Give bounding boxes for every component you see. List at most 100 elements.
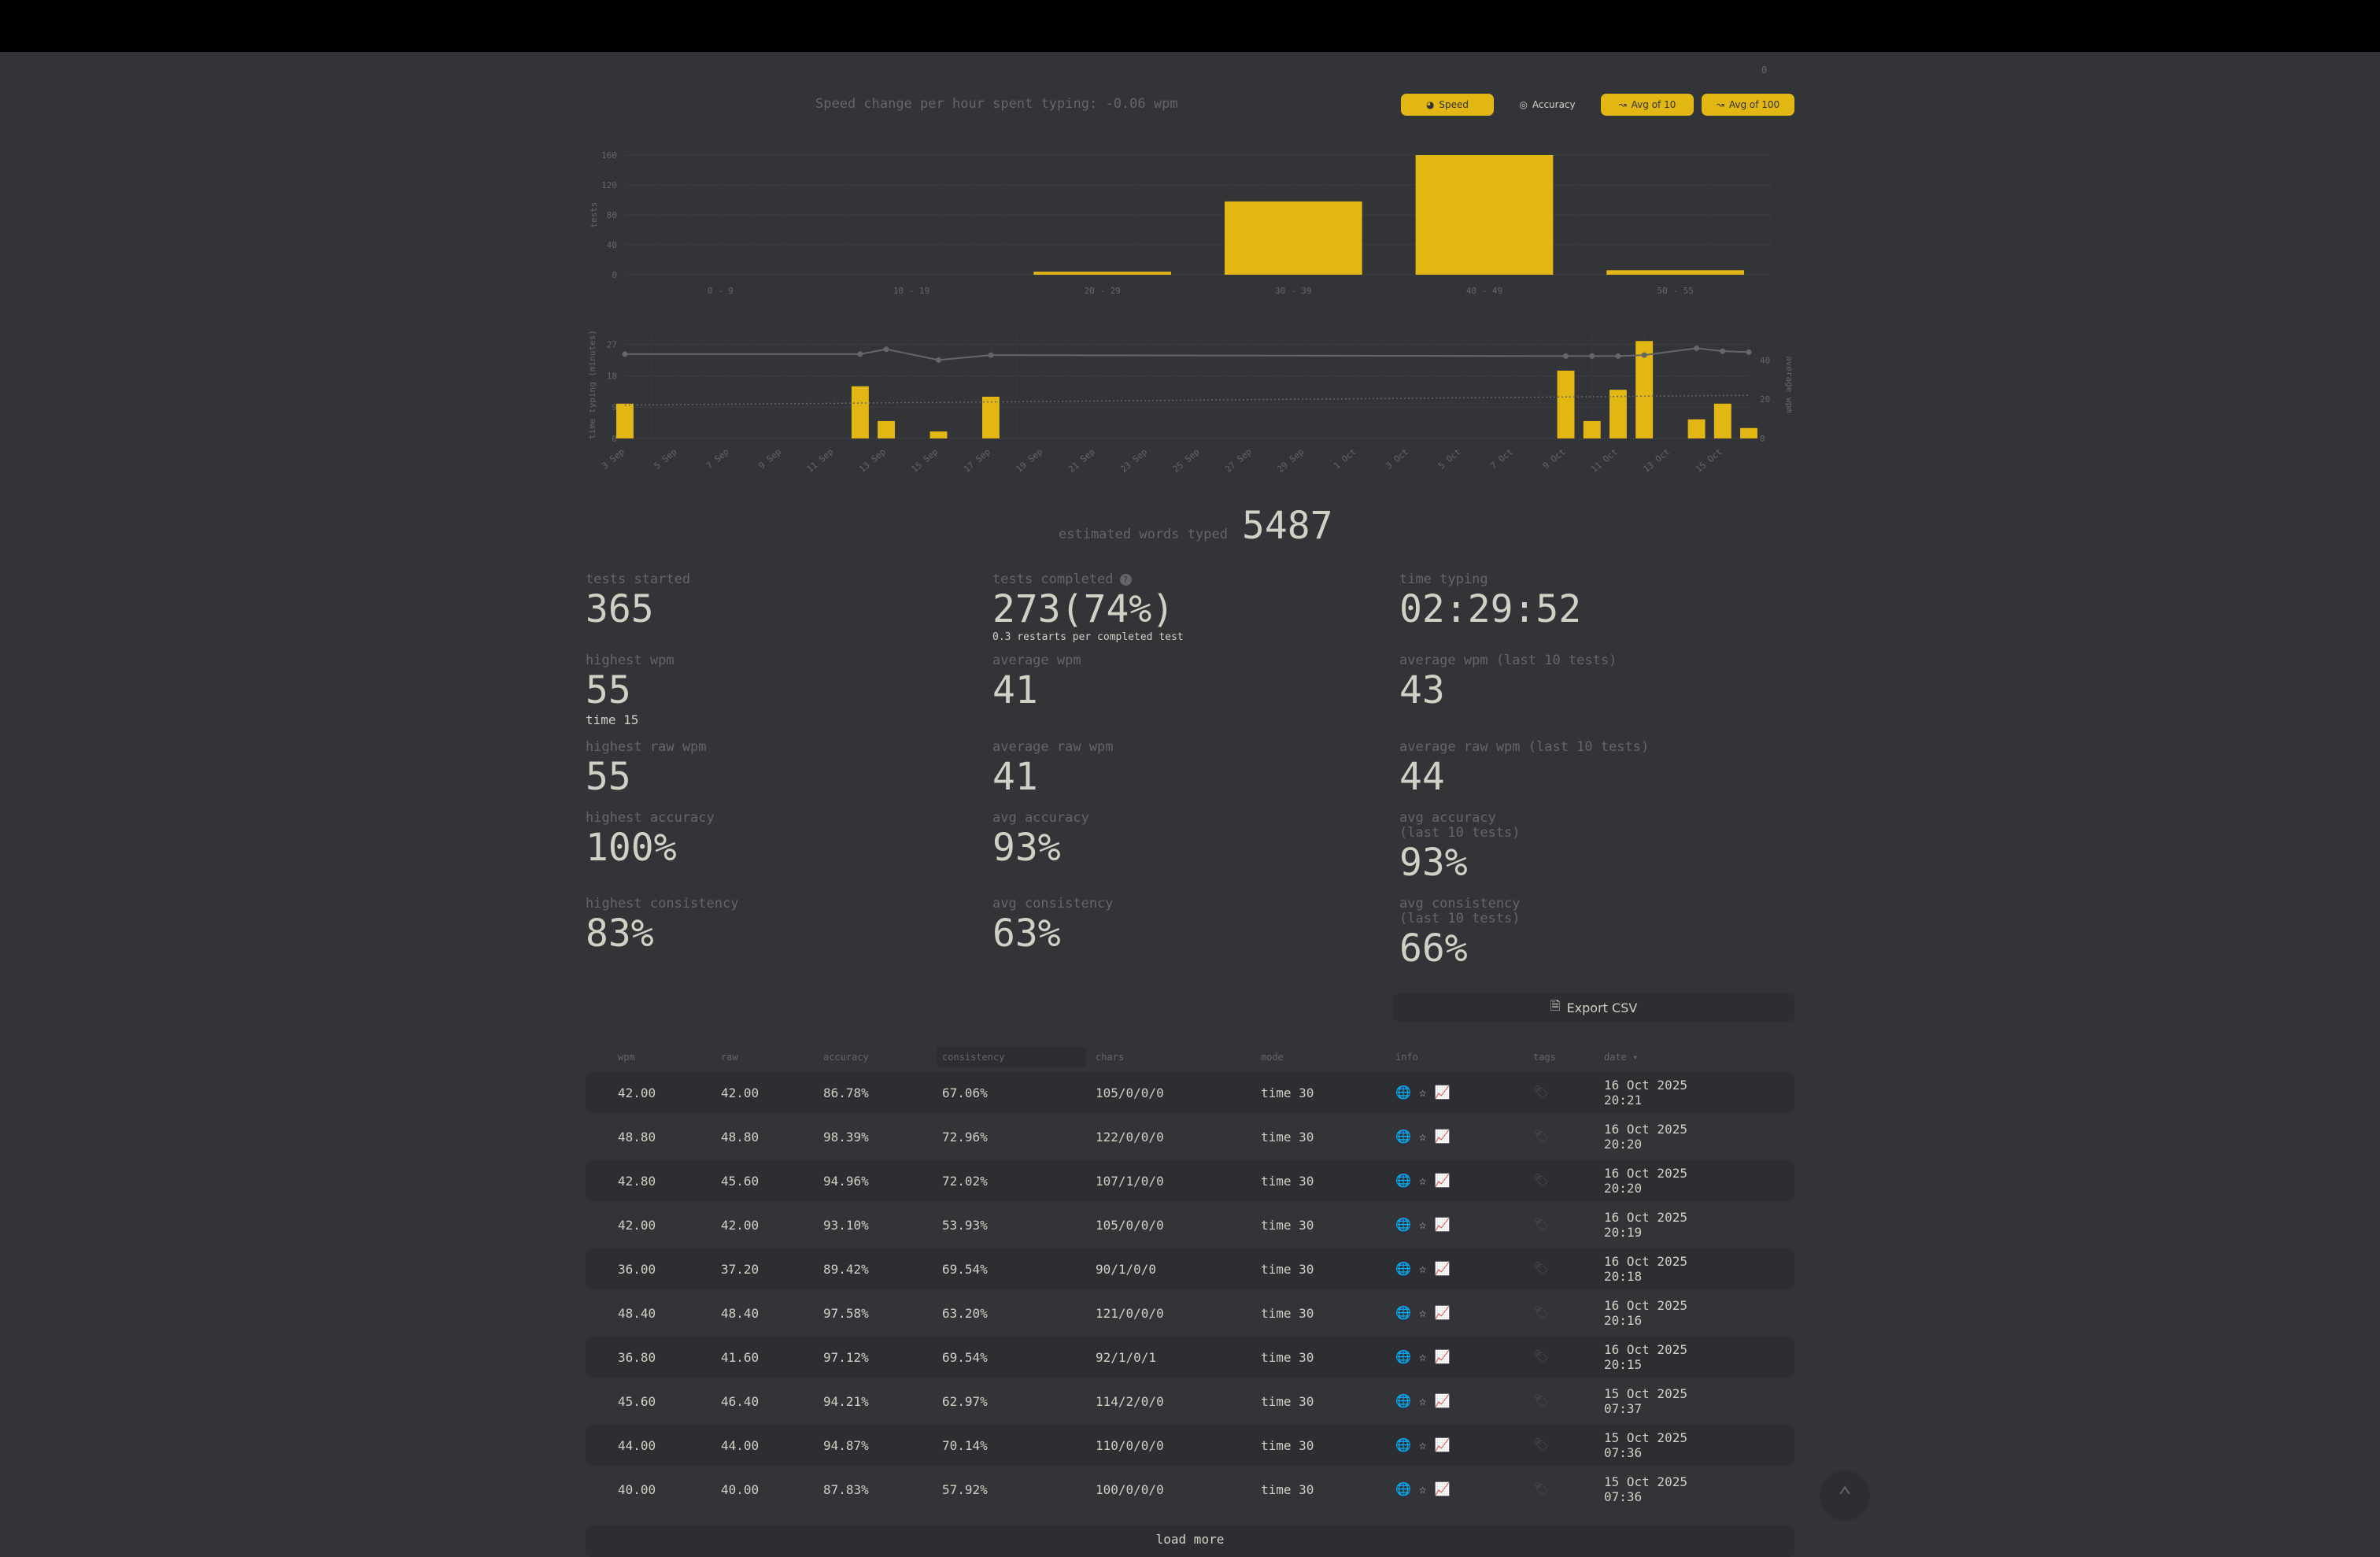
chart-icon[interactable]: 📈 — [1435, 1437, 1451, 1452]
star-icon[interactable]: ☆ — [1419, 1305, 1427, 1320]
chart-icon[interactable]: 📈 — [1435, 1305, 1451, 1320]
table-row: 40.00 40.00 87.83% 57.92% 100/0/0/0 time 30 🌐 ☆… — [586, 1469, 1794, 1510]
th-consistency[interactable]: consistency — [942, 1052, 1004, 1063]
th-date[interactable]: date ▾ — [1604, 1052, 1638, 1063]
question-icon[interactable]: ? — [1119, 574, 1132, 586]
chart-icon[interactable]: 📈 — [1435, 1217, 1451, 1232]
x-tick-label: 13 Oct — [1641, 446, 1672, 475]
stat-sub: time 15 — [586, 712, 639, 727]
th-chars[interactable]: chars — [1096, 1052, 1124, 1063]
globe-icon[interactable]: 🌐 — [1395, 1129, 1411, 1144]
file-icon: 🗎 — [1550, 997, 1561, 1013]
star-icon[interactable]: ☆ — [1419, 1085, 1427, 1100]
avg-of-10-button[interactable]: ↝ Avg of 10 — [1601, 94, 1694, 116]
accuracy-button[interactable]: ◎ Accuracy — [1503, 94, 1591, 116]
cell-info: 🌐 ☆ 📈 — [1395, 1261, 1450, 1276]
y-tick-label: 160 — [601, 150, 617, 161]
cell-raw: 42.00 — [721, 1218, 759, 1233]
stat-value: 41 — [992, 668, 1038, 712]
cell-date: 16 Oct 2025 20:16 — [1604, 1298, 1687, 1328]
globe-icon[interactable]: 🌐 — [1395, 1217, 1411, 1232]
speed-change-text: Speed change per hour spent typing: -0.0… — [815, 96, 1178, 112]
star-icon[interactable]: ☆ — [1419, 1217, 1427, 1232]
scroll-to-top-button[interactable]: ⌃ — [1820, 1470, 1870, 1521]
th-accuracy[interactable]: accuracy — [823, 1052, 869, 1063]
cell-mode: time 30 — [1261, 1085, 1314, 1100]
globe-icon[interactable]: 🌐 — [1395, 1437, 1411, 1452]
date-day: 15 Oct 2025 — [1604, 1430, 1687, 1445]
cell-date: 16 Oct 2025 20:20 — [1604, 1122, 1687, 1152]
x-tick-label: 10 - 19 — [893, 286, 929, 296]
th-raw[interactable]: raw — [721, 1052, 738, 1063]
globe-icon[interactable]: 🌐 — [1395, 1393, 1411, 1408]
th-info: info — [1395, 1052, 1418, 1063]
stat-tests-completed: tests completed? 273(74%) 0.3 restarts p… — [992, 572, 1184, 644]
x-tick-label: 5 Oct — [1436, 446, 1463, 471]
table-row: 42.00 42.00 86.78% 67.06% 105/0/0/0 time 30 🌐 ☆… — [586, 1072, 1794, 1113]
th-mode[interactable]: mode — [1261, 1052, 1284, 1063]
load-more-button[interactable]: load more — [586, 1526, 1794, 1557]
double-chevron-up-icon: ⌃ — [1837, 1481, 1853, 1510]
globe-icon[interactable]: 🌐 — [1395, 1173, 1411, 1188]
globe-icon[interactable]: 🌐 — [1395, 1085, 1411, 1100]
speed-button-label: Speed — [1439, 99, 1469, 110]
star-icon[interactable]: ☆ — [1419, 1261, 1427, 1276]
wpm-point — [1694, 345, 1700, 351]
stat-label: average wpm — [992, 653, 1081, 668]
star-icon[interactable]: ☆ — [1419, 1173, 1427, 1188]
export-csv-button[interactable]: 🗎 Export CSV — [1393, 993, 1794, 1022]
tag-icon[interactable]: 🏷 — [1533, 1349, 1549, 1364]
speed-button[interactable]: ◕ Speed — [1401, 94, 1494, 116]
tag-icon[interactable]: 🏷 — [1533, 1393, 1549, 1408]
tag-icon[interactable]: 🏷 — [1533, 1261, 1549, 1276]
target-icon: ◎ — [1519, 99, 1528, 110]
cell-raw: 45.60 — [721, 1174, 759, 1189]
star-icon[interactable]: ☆ — [1419, 1437, 1427, 1452]
cell-raw: 48.40 — [721, 1306, 759, 1321]
chart-icon[interactable]: 📈 — [1435, 1393, 1451, 1408]
th-wpm[interactable]: wpm — [618, 1052, 635, 1063]
globe-icon[interactable]: 🌐 — [1395, 1481, 1411, 1496]
tag-icon[interactable]: 🏷 — [1533, 1305, 1549, 1320]
bar — [1033, 272, 1172, 275]
table-row: 42.00 42.00 93.10% 53.93% 105/0/0/0 time 30 🌐 ☆… — [586, 1204, 1794, 1245]
cell-consistency: 72.96% — [942, 1130, 988, 1145]
cell-raw: 46.40 — [721, 1394, 759, 1409]
bar — [1687, 419, 1706, 438]
chart-icon[interactable]: 📈 — [1435, 1129, 1451, 1144]
chart-line-icon: ↝ — [1716, 99, 1724, 110]
globe-icon[interactable]: 🌐 — [1395, 1305, 1411, 1320]
tag-icon[interactable]: 🏷 — [1533, 1085, 1549, 1100]
stat-highest-accuracy: highest accuracy 100% — [586, 811, 715, 871]
star-icon[interactable]: ☆ — [1419, 1129, 1427, 1144]
tag-icon[interactable]: 🏷 — [1533, 1437, 1549, 1452]
wpm-point — [1746, 349, 1752, 355]
y-axis-label: tests — [589, 202, 599, 227]
y-tick-label: 27 — [607, 340, 617, 350]
chart-icon[interactable]: 📈 — [1435, 1173, 1451, 1188]
tag-icon[interactable]: 🏷 — [1533, 1481, 1549, 1496]
cell-raw: 41.60 — [721, 1350, 759, 1365]
globe-icon[interactable]: 🌐 — [1395, 1349, 1411, 1364]
cell-chars: 114/2/0/0 — [1096, 1394, 1164, 1409]
tag-icon[interactable]: 🏷 — [1533, 1129, 1549, 1144]
stat-highest-consistency: highest consistency 83% — [586, 897, 738, 956]
globe-icon[interactable]: 🌐 — [1395, 1261, 1411, 1276]
stat-value: 02:29:52 — [1399, 587, 1582, 631]
chart-icon[interactable]: 📈 — [1435, 1349, 1451, 1364]
chart-icon[interactable]: 📈 — [1435, 1261, 1451, 1276]
star-icon[interactable]: ☆ — [1419, 1481, 1427, 1496]
star-icon[interactable]: ☆ — [1419, 1393, 1427, 1408]
cell-wpm: 36.80 — [618, 1350, 656, 1365]
cell-mode: time 30 — [1261, 1130, 1314, 1145]
avg-of-100-button[interactable]: ↝ Avg of 100 — [1702, 94, 1794, 116]
chart-icon[interactable]: 📈 — [1435, 1085, 1451, 1100]
cell-chars: 110/0/0/0 — [1096, 1438, 1164, 1453]
x-tick-label: 27 Sep — [1223, 446, 1254, 475]
star-icon[interactable]: ☆ — [1419, 1349, 1427, 1364]
chart-icon[interactable]: 📈 — [1435, 1481, 1451, 1496]
y2-tick-label: 20 — [1760, 394, 1770, 405]
tag-icon[interactable]: 🏷 — [1533, 1217, 1549, 1232]
cell-accuracy: 94.21% — [823, 1394, 869, 1409]
tag-icon[interactable]: 🏷 — [1533, 1173, 1549, 1188]
